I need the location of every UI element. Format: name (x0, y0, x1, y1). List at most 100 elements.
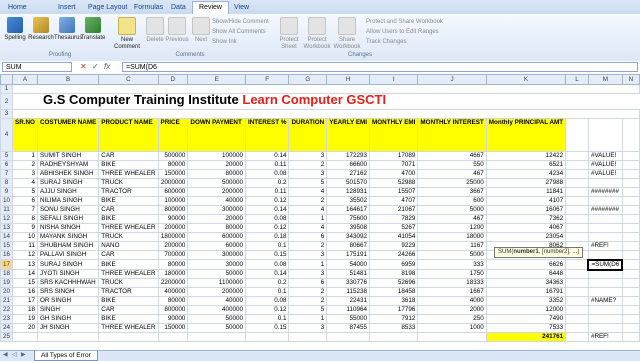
cell-name[interactable]: JH SINGH (36, 323, 100, 333)
cell-memi[interactable]: 7912 (369, 314, 419, 324)
cell[interactable] (621, 214, 640, 224)
cell-princ[interactable]: 4107 (485, 196, 567, 206)
tab-review[interactable]: Review (192, 1, 229, 14)
header-cell-monthly-emi[interactable]: MONTHLY EMI (369, 118, 419, 152)
column-header[interactable]: I (369, 74, 419, 85)
cell-sr[interactable]: 11 (12, 241, 38, 251)
error-cell[interactable]: #REF! (587, 332, 623, 342)
cell-product[interactable]: THREE WHEALER (98, 323, 159, 333)
cell-mint[interactable]: 467 (417, 169, 487, 179)
cell[interactable] (565, 223, 589, 233)
error-cell[interactable] (587, 278, 623, 288)
cell-princ[interactable]: 7533 (485, 323, 567, 333)
cell[interactable] (621, 205, 640, 215)
error-cell[interactable] (587, 196, 623, 206)
column-header[interactable]: M (587, 74, 623, 85)
row-header[interactable]: 2 (0, 93, 14, 110)
cell-sr[interactable]: 20 (12, 323, 38, 333)
cell-down[interactable]: 500000 (187, 178, 246, 188)
row-header[interactable]: 6 (0, 160, 14, 170)
cell-name[interactable]: OR SINGH (36, 296, 100, 306)
cell[interactable] (621, 196, 640, 206)
cell-memi[interactable]: 6959 (369, 259, 419, 270)
cell-down[interactable]: 80000 (187, 169, 246, 179)
cell-mint[interactable]: 467 (417, 214, 487, 224)
error-cell[interactable]: #VALUE! (587, 160, 623, 170)
cell-price[interactable]: 500000 (157, 151, 189, 161)
row-header[interactable]: 1 (0, 84, 14, 94)
cell-memi[interactable]: 3618 (369, 296, 419, 306)
row-header[interactable]: 4 (0, 118, 14, 152)
row-header[interactable]: 17 (0, 259, 14, 270)
row-header[interactable]: 14 (0, 232, 14, 242)
cell-price[interactable]: 90000 (157, 314, 189, 324)
cell-price[interactable]: 800000 (157, 205, 189, 215)
cell-int[interactable]: 0.1 (244, 314, 290, 324)
cell-name[interactable]: AJJU SINGH (36, 187, 100, 197)
cell[interactable] (12, 109, 640, 119)
cell-mint[interactable]: 5000 (417, 205, 487, 215)
error-cell[interactable] (587, 214, 623, 224)
cell-memi[interactable]: 52988 (369, 178, 419, 188)
row-header[interactable]: 25 (0, 332, 14, 342)
cell-memi[interactable]: 17796 (369, 305, 419, 315)
cell-memi[interactable]: 41054 (369, 232, 419, 242)
column-header[interactable]: J (417, 74, 487, 85)
row-header[interactable]: 24 (0, 323, 14, 333)
cell-mint[interactable]: 250 (417, 314, 487, 324)
cell-int[interactable]: 0.2 (244, 178, 290, 188)
cell[interactable] (12, 84, 640, 94)
cell-down[interactable]: 300000 (187, 250, 246, 260)
cell-sr[interactable]: 16 (12, 287, 38, 297)
insert-function-button[interactable]: fx (104, 62, 110, 72)
row-header[interactable]: 9 (0, 187, 14, 197)
cell-name[interactable]: SURAJ SINGH (36, 259, 100, 270)
cell-name[interactable]: NILIMA SINGH (36, 196, 100, 206)
row-header[interactable]: 20 (0, 287, 14, 297)
cell-princ[interactable]: 3352 (485, 296, 567, 306)
cell-price[interactable]: 150000 (157, 169, 189, 179)
cell-princ[interactable]: 12422 (485, 151, 567, 161)
cell-down[interactable]: 1100000 (187, 278, 246, 288)
column-header[interactable]: L (565, 74, 589, 85)
cell[interactable] (565, 118, 589, 152)
cell[interactable] (565, 232, 589, 242)
next-comment-button[interactable]: Next (188, 17, 214, 47)
cell-sr[interactable]: 15 (12, 278, 38, 288)
cell-sr[interactable]: 13 (12, 259, 38, 270)
spreadsheet-grid[interactable]: A B C D E F G H I J K L M N 1 2 G.S Comp… (0, 74, 640, 350)
cell-product[interactable]: CAR (98, 250, 159, 260)
cell-dur[interactable]: 5 (288, 178, 328, 188)
column-header[interactable]: E (187, 74, 246, 85)
cell-sr[interactable]: 5 (12, 187, 38, 197)
cell[interactable] (621, 259, 640, 270)
column-header[interactable]: K (485, 74, 567, 85)
cell-memi[interactable]: 52696 (369, 278, 419, 288)
error-cell[interactable] (587, 305, 623, 315)
column-header[interactable]: G (288, 74, 328, 85)
cell[interactable] (621, 178, 640, 188)
cell-memi[interactable]: 18458 (369, 287, 419, 297)
cell-dur[interactable]: 4 (288, 223, 328, 233)
cell-memi[interactable]: 8198 (369, 269, 419, 279)
tab-view[interactable]: View (228, 2, 255, 14)
row-header[interactable]: 15 (0, 241, 14, 251)
cell-princ[interactable]: 6448 (485, 269, 567, 279)
cell-sr[interactable]: 7 (12, 205, 38, 215)
cell[interactable] (587, 118, 623, 152)
row-header[interactable]: 8 (0, 178, 14, 188)
cell-dur[interactable]: 1 (288, 314, 328, 324)
cell[interactable] (288, 332, 328, 342)
cell[interactable] (565, 187, 589, 197)
cell[interactable] (621, 118, 640, 152)
tab-insert[interactable]: Insert (52, 2, 82, 14)
cell-int[interactable]: 0.1 (244, 241, 290, 251)
cell-down[interactable]: 20000 (187, 214, 246, 224)
cell-princ[interactable]: 23054 (485, 232, 567, 242)
cell-product[interactable]: BIKE (98, 214, 159, 224)
cell-yemi[interactable]: 55000 (326, 314, 371, 324)
cell-price[interactable]: 100000 (157, 196, 189, 206)
cell-int[interactable]: 0.2 (244, 278, 290, 288)
cell-memi[interactable]: 7071 (369, 160, 419, 170)
header-cell-yearly-emi[interactable]: YEARLY EMI (326, 118, 371, 152)
